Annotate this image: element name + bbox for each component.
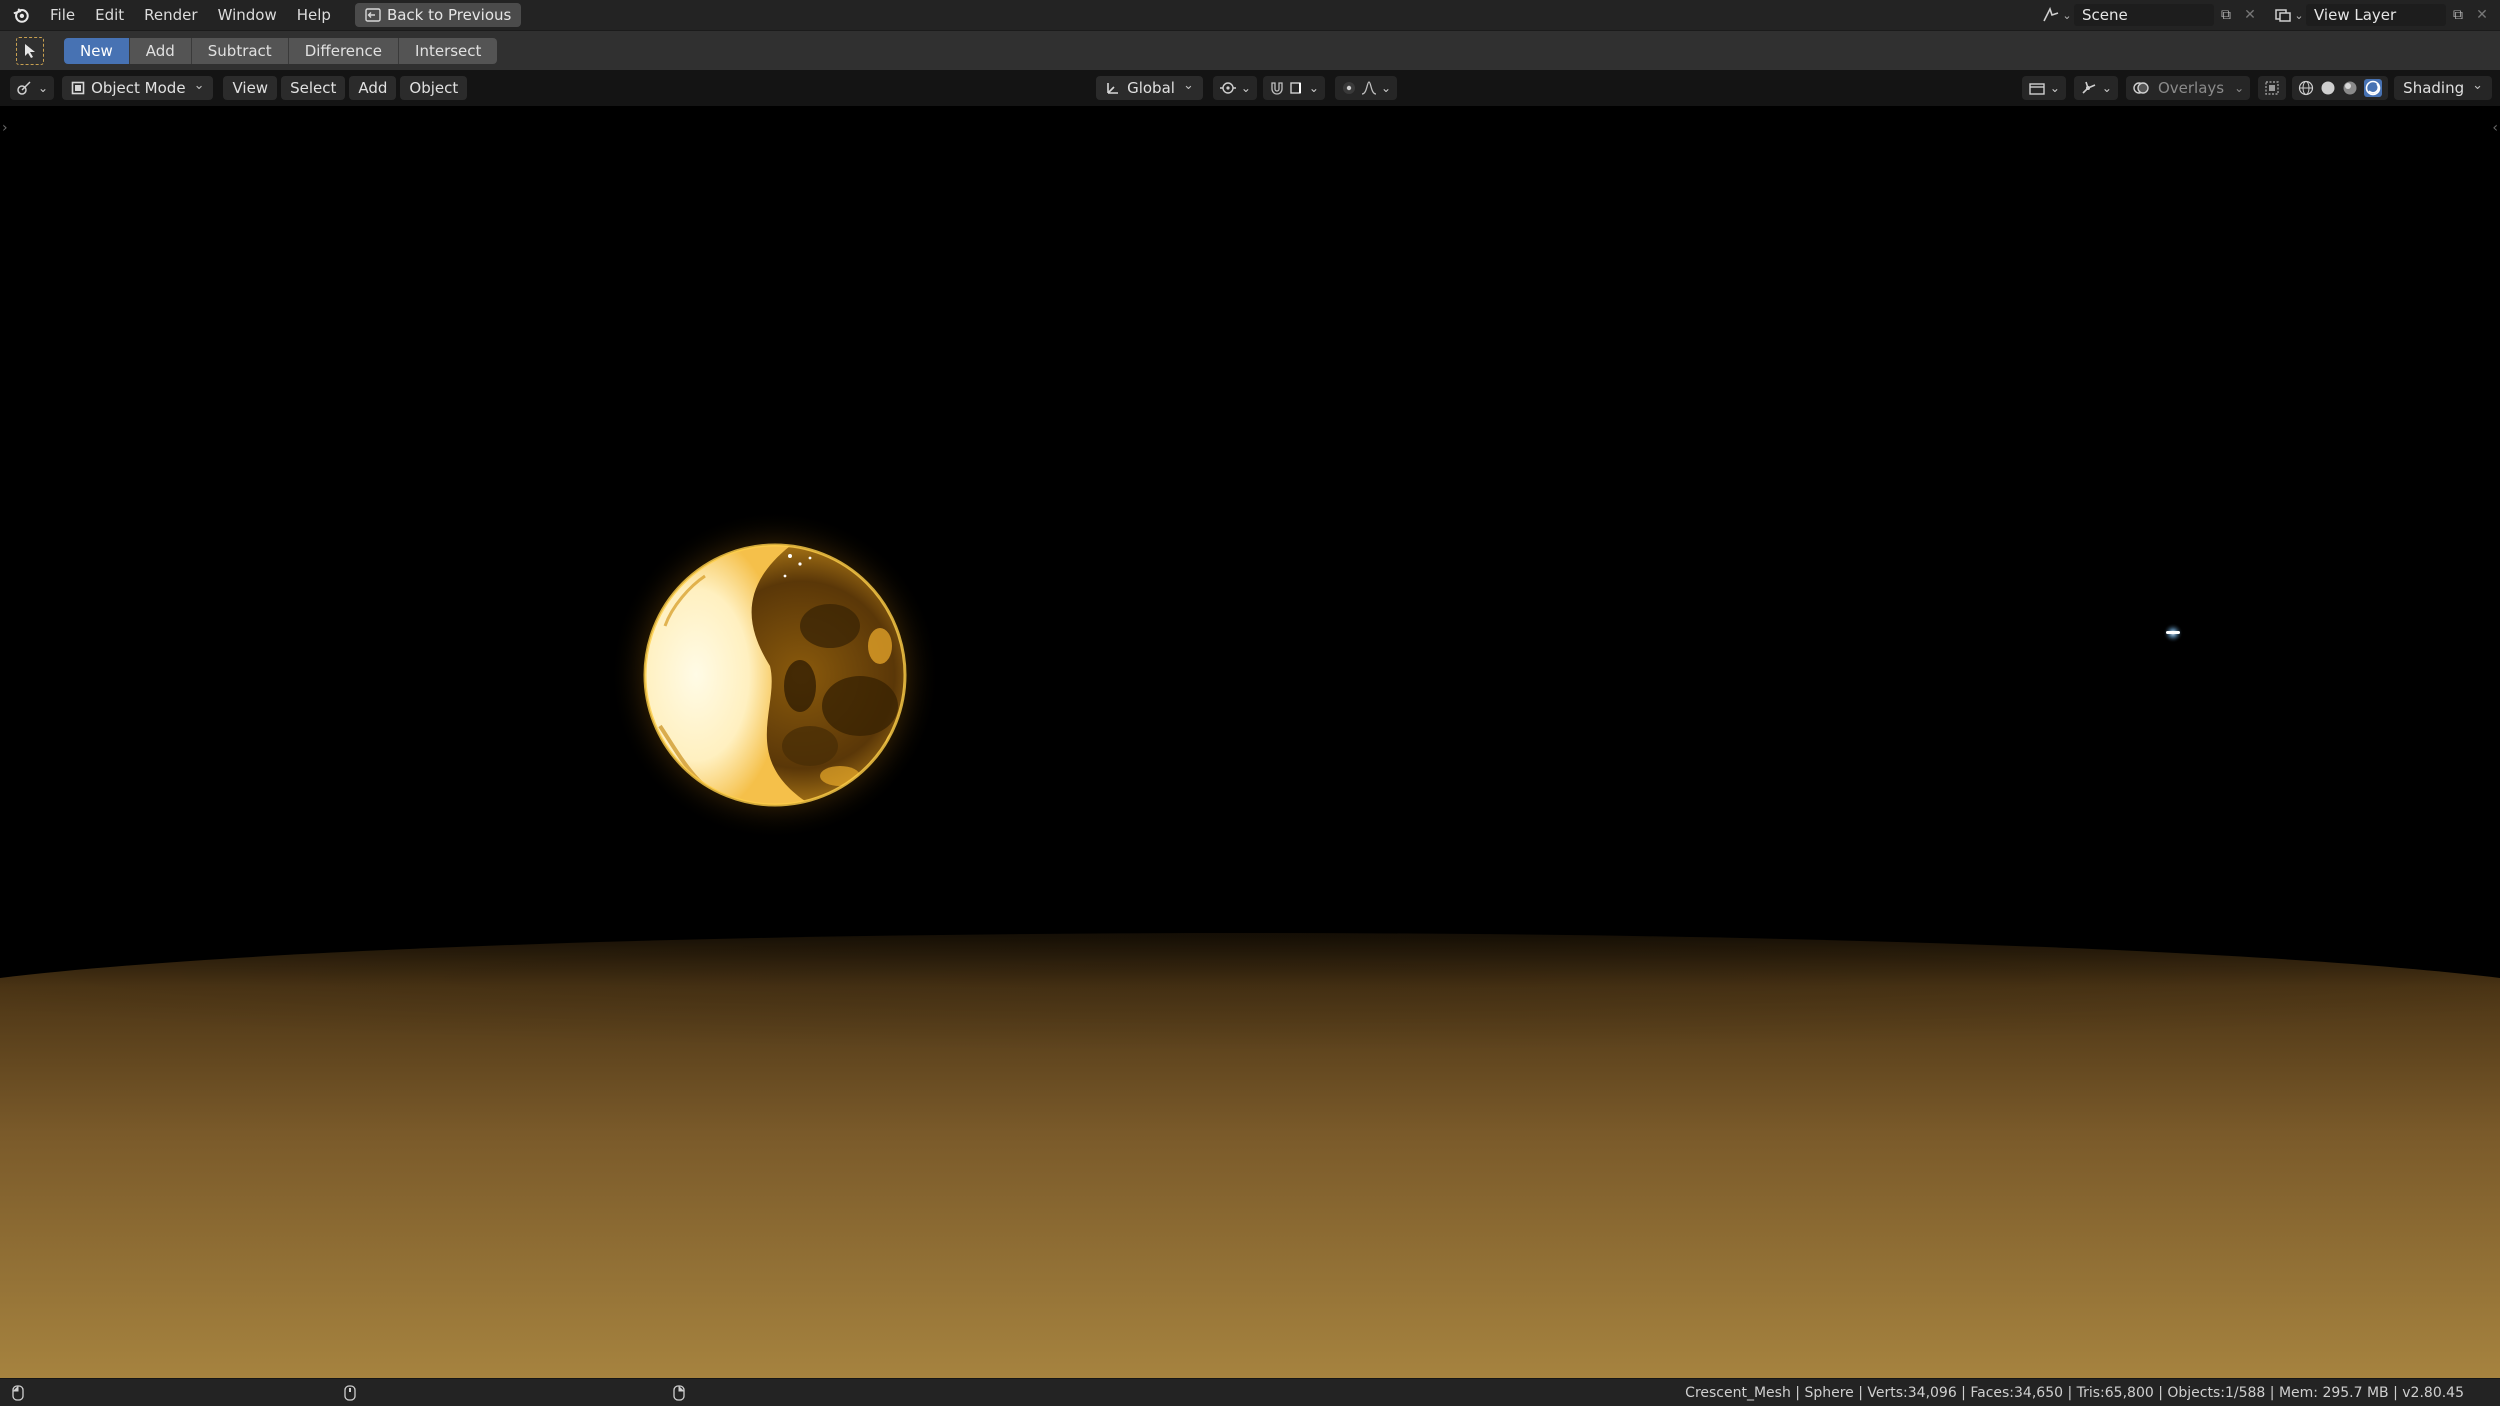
mouse-middle-icon	[344, 1384, 356, 1401]
boolean-mode-group: New Add Subtract Difference Intersect	[64, 37, 498, 64]
menu-view[interactable]: View	[223, 76, 278, 100]
view-layer-icon[interactable]: ⌄	[2272, 4, 2306, 26]
back-to-previous-label: Back to Previous	[386, 6, 512, 24]
viewport-header: ⌄ Object Mode View Select Add Object Glo…	[0, 70, 2500, 106]
object-mode-dropdown[interactable]: Object Mode	[62, 76, 214, 100]
menu-file[interactable]: File	[40, 0, 85, 30]
xray-icon	[2264, 80, 2280, 96]
menu-help[interactable]: Help	[287, 0, 341, 30]
3d-viewport[interactable]: › ‹	[0, 106, 2500, 1378]
mode-subtract-button[interactable]: Subtract	[191, 37, 289, 64]
view-layer-name: View Layer	[2314, 6, 2397, 24]
overlays-label: Overlays	[2157, 79, 2225, 97]
menu-object[interactable]: Object	[400, 76, 468, 100]
back-to-previous-icon	[365, 8, 381, 22]
object-mode-icon	[71, 81, 85, 95]
shading-mode-group	[2292, 76, 2389, 100]
pivot-point-dropdown[interactable]: ⌄	[1212, 76, 1257, 100]
material-shading-icon[interactable]	[2342, 80, 2358, 96]
scene-statistics: Crescent_Mesh | Sphere | Verts:34,096 | …	[1685, 1384, 2464, 1401]
mouse-left-icon	[12, 1384, 24, 1401]
view-layer-field[interactable]: View Layer	[2306, 4, 2446, 26]
tool-header: New Add Subtract Difference Intersect	[0, 30, 2500, 70]
view-layer-close-button[interactable]: ✕	[2470, 4, 2494, 26]
overlays-icon	[2132, 80, 2150, 96]
menu-render[interactable]: Render	[134, 0, 207, 30]
proportional-edit-toggle[interactable]: ⌄	[1334, 76, 1398, 100]
back-to-previous-button[interactable]: Back to Previous	[354, 3, 522, 27]
view-layer-new-button[interactable]: ⧉	[2446, 4, 2470, 26]
transform-orientation-label: Global	[1127, 79, 1175, 97]
transform-orientation-dropdown[interactable]: Global	[1096, 76, 1203, 100]
solid-shading-icon[interactable]	[2320, 80, 2336, 96]
gizmo-dropdown[interactable]: ⌄	[2073, 76, 2118, 100]
snap-target-icon	[1289, 80, 1305, 96]
menu-window[interactable]: Window	[208, 0, 287, 30]
visibility-dropdown[interactable]: ⌄	[2021, 76, 2066, 100]
wireframe-shading-icon[interactable]	[2298, 80, 2314, 96]
scene-name: Scene	[2082, 6, 2128, 24]
status-bar: Crescent_Mesh | Sphere | Verts:34,096 | …	[0, 1378, 2500, 1406]
transform-orientation-icon	[1105, 80, 1121, 96]
toolbar-expand-arrow[interactable]: ›	[2, 120, 8, 136]
falloff-icon	[1361, 80, 1377, 96]
pivot-icon	[1219, 80, 1237, 96]
snap-toggle[interactable]: ⌄	[1262, 76, 1325, 100]
select-box-tool-icon[interactable]	[16, 36, 44, 65]
object-mode-label: Object Mode	[91, 79, 186, 97]
main-menu: File Edit Render Window Help	[40, 0, 341, 30]
scene-name-field[interactable]: Scene	[2074, 4, 2214, 26]
mode-new-button[interactable]: New	[64, 37, 130, 64]
visibility-icon	[2028, 80, 2046, 96]
viewport-render	[0, 510, 2500, 1378]
sidebar-expand-arrow[interactable]: ‹	[2492, 120, 2498, 136]
xray-toggle[interactable]	[2258, 76, 2287, 100]
blender-logo-icon[interactable]	[8, 3, 34, 27]
editor-type-icon	[16, 80, 34, 96]
editor-type-dropdown[interactable]: ⌄	[10, 76, 55, 100]
scene-close-button[interactable]: ✕	[2238, 4, 2262, 26]
top-bar: File Edit Render Window Help Back to Pre…	[0, 0, 2500, 30]
shading-label: Shading	[2403, 79, 2465, 97]
snap-icon	[1269, 80, 1285, 96]
menu-edit[interactable]: Edit	[85, 0, 134, 30]
menu-select[interactable]: Select	[281, 76, 346, 100]
scene-new-button[interactable]: ⧉	[2214, 4, 2238, 26]
gizmo-icon	[2080, 80, 2098, 96]
scene-icon[interactable]: ⌄	[2040, 4, 2074, 26]
shading-dropdown[interactable]: Shading	[2394, 76, 2493, 100]
mode-difference-button[interactable]: Difference	[288, 37, 400, 64]
mode-add-button[interactable]: Add	[129, 37, 192, 64]
mouse-right-icon	[673, 1384, 685, 1401]
proportional-edit-icon	[1341, 80, 1357, 96]
menu-add[interactable]: Add	[349, 76, 397, 100]
overlays-dropdown[interactable]: Overlays ⌄	[2125, 76, 2251, 100]
rendered-shading-icon[interactable]	[2364, 79, 2383, 97]
mode-intersect-button[interactable]: Intersect	[399, 37, 498, 64]
